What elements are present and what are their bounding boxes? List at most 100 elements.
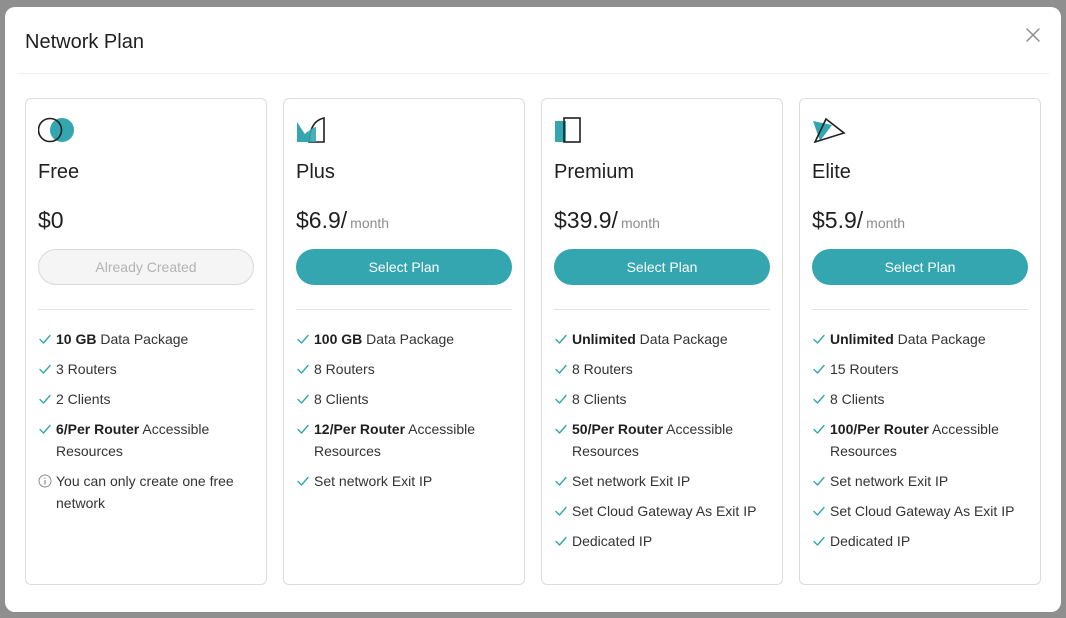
feature-text: Set Cloud Gateway As Exit IP (572, 500, 770, 522)
check-icon (554, 418, 572, 440)
feature-text: 100/Per Router Accessible Resources (830, 418, 1028, 462)
check-icon (812, 530, 830, 552)
price-row: $6.9/ month (296, 205, 512, 235)
feature-item: 50/Per Router Accessible Resources (554, 418, 770, 462)
feature-text: 10 GB Data Package (56, 328, 254, 350)
check-icon (38, 418, 56, 440)
feature-text: 8 Routers (572, 358, 770, 380)
feature-text: 2 Clients (56, 388, 254, 410)
feature-text: Unlimited Data Package (830, 328, 1028, 350)
feature-label: Set Cloud Gateway As Exit IP (830, 503, 1015, 519)
price-period: month (620, 215, 660, 231)
feature-label: Data Package (96, 331, 189, 347)
plan-cards: Free $0 Already Created 10 GB Data Packa… (25, 98, 1041, 585)
select-plan-button[interactable]: Select Plan (554, 249, 770, 285)
feature-list: 10 GB Data Package 3 Routers 2 Clients 6/Pe… (38, 328, 254, 514)
modal-header: Network Plan (5, 7, 1061, 75)
feature-item: 8 Clients (812, 388, 1028, 410)
feature-text: You can only create one free network (56, 470, 254, 514)
feature-label: You can only create one free network (56, 473, 234, 511)
feature-text: Dedicated IP (830, 530, 1028, 552)
feature-highlight: 12/Per Router (314, 421, 406, 437)
check-icon (38, 328, 56, 350)
check-icon (554, 388, 572, 410)
check-icon (812, 388, 830, 410)
card-divider (554, 309, 770, 310)
triangle-icon (813, 117, 846, 143)
already-created-button[interactable]: Already Created (38, 249, 254, 285)
feature-item: Set network Exit IP (296, 470, 512, 492)
feature-label: 15 Routers (830, 361, 899, 377)
feature-list: 100 GB Data Package 8 Routers 8 Clients 12/… (296, 328, 512, 492)
plan-card-elite: Elite $5.9/ month Select Plan Unlimited … (799, 98, 1041, 585)
check-icon (554, 328, 572, 350)
feature-item: 8 Clients (296, 388, 512, 410)
price-row: $39.9/ month (554, 205, 770, 235)
network-plan-modal: Network Plan Free $0 Already Created 10 … (5, 7, 1061, 612)
feature-text: 3 Routers (56, 358, 254, 380)
modal-title: Network Plan (25, 31, 144, 53)
feature-item: 8 Routers (554, 358, 770, 380)
check-icon (812, 418, 830, 440)
feature-item: Dedicated IP (812, 530, 1028, 552)
feature-text: 15 Routers (830, 358, 1028, 380)
check-icon (38, 358, 56, 380)
feature-item: Unlimited Data Package (554, 328, 770, 350)
feature-text: Set network Exit IP (830, 470, 1028, 492)
check-icon (812, 328, 830, 350)
feature-item: 6/Per Router Accessible Resources (38, 418, 254, 462)
feature-item: 2 Clients (38, 388, 254, 410)
close-icon[interactable] (1023, 25, 1043, 45)
feature-highlight: 100 GB (314, 331, 363, 347)
plan-price: $5.9/ (812, 207, 864, 233)
circles-icon (38, 117, 74, 143)
feature-item: 12/Per Router Accessible Resources (296, 418, 512, 462)
plan-card-premium: Premium $39.9/ month Select Plan Unlimit… (541, 98, 783, 585)
plan-card-plus: Plus $6.9/ month Select Plan 100 GB Data… (283, 98, 525, 585)
price-row: $0 (38, 205, 254, 235)
feature-label: Set network Exit IP (314, 473, 433, 489)
card-divider (812, 309, 1028, 310)
check-icon (812, 470, 830, 492)
select-plan-button[interactable]: Select Plan (296, 249, 512, 285)
feature-label: Data Package (893, 331, 986, 347)
header-divider (17, 73, 1049, 74)
check-icon (812, 358, 830, 380)
feature-list: Unlimited Data Package 8 Routers 8 Clients… (554, 328, 770, 552)
feature-text: 8 Clients (572, 388, 770, 410)
plan-name: Premium (554, 161, 635, 183)
feature-label: 8 Clients (314, 391, 369, 407)
check-icon (38, 388, 56, 410)
feature-text: 8 Clients (314, 388, 512, 410)
card-divider (38, 309, 254, 310)
quarter-shape-icon (297, 117, 325, 143)
plan-name: Free (38, 161, 80, 183)
plan-price: $6.9/ (296, 207, 348, 233)
check-icon (296, 358, 314, 380)
feature-item: 15 Routers (812, 358, 1028, 380)
feature-text: Set network Exit IP (572, 470, 770, 492)
check-icon (554, 470, 572, 492)
feature-item: Set Cloud Gateway As Exit IP (554, 500, 770, 522)
feature-label: 8 Routers (314, 361, 375, 377)
feature-label: Dedicated IP (572, 533, 653, 549)
feature-text: 6/Per Router Accessible Resources (56, 418, 254, 462)
select-plan-button[interactable]: Select Plan (812, 249, 1028, 285)
check-icon (296, 470, 314, 492)
feature-list: Unlimited Data Package 15 Routers 8 Client… (812, 328, 1028, 552)
feature-text: 12/Per Router Accessible Resources (314, 418, 512, 462)
plan-price: $39.9/ (554, 207, 618, 233)
feature-highlight: Unlimited (572, 331, 636, 347)
feature-item: 8 Routers (296, 358, 512, 380)
feature-text: Set Cloud Gateway As Exit IP (830, 500, 1028, 522)
feature-text: Unlimited Data Package (572, 328, 770, 350)
price-row: $5.9/ month (812, 205, 1028, 235)
feature-item: 100 GB Data Package (296, 328, 512, 350)
plan-name: Elite (812, 161, 851, 183)
feature-item: You can only create one free network (38, 470, 254, 514)
check-icon (296, 328, 314, 350)
plan-price: $0 (38, 207, 64, 233)
price-period: month (350, 215, 390, 231)
feature-highlight: 10 GB (56, 331, 97, 347)
feature-highlight: 50/Per Router (572, 421, 664, 437)
